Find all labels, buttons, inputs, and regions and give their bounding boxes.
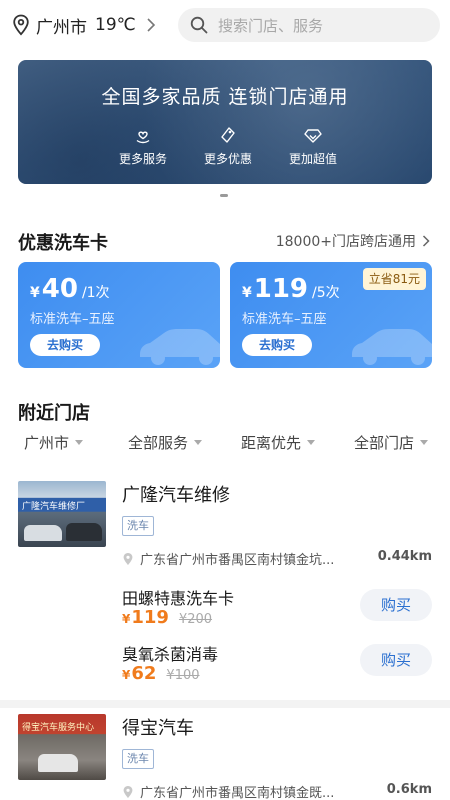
- feature-label: 更多优惠: [203, 152, 252, 166]
- card-unit: /1次: [81, 285, 110, 301]
- car-shape: [38, 754, 78, 772]
- currency-symbol: ¥: [242, 285, 252, 301]
- buy-button[interactable]: 购买: [360, 589, 432, 621]
- diamond-icon: [304, 129, 322, 143]
- caret-down-icon: [307, 440, 316, 445]
- service-tag: 洗车: [122, 516, 154, 536]
- wash-cards-title: 优惠洗车卡: [18, 233, 108, 254]
- location-pin-icon: [123, 785, 133, 798]
- search-icon: [190, 16, 208, 34]
- feature-more-discounts: 更多优惠: [193, 126, 263, 167]
- banner-pager-indicator: [220, 194, 228, 197]
- card-price: ¥ 119 /5次: [242, 274, 340, 304]
- location-pin-icon: [13, 14, 29, 36]
- car-silhouette-icon: [352, 329, 432, 365]
- card-amount: 40: [41, 274, 78, 304]
- car-shape: [66, 523, 102, 541]
- feature-label: 更加超值: [288, 152, 337, 166]
- card-unit: /5次: [312, 285, 340, 301]
- buy-card-button[interactable]: 去购买: [242, 334, 312, 356]
- search-placeholder: 搜索门店、服务: [218, 16, 324, 35]
- nearby-stores-title: 附近门店: [18, 403, 90, 424]
- card-amount: 119: [253, 274, 309, 304]
- store-distance: 0.6km: [386, 782, 432, 797]
- filter-label: 广州市: [24, 434, 70, 452]
- store-photo: 广隆汽车维修厂: [18, 481, 106, 547]
- store-photo-sign: 广隆汽车维修厂: [22, 502, 86, 512]
- caret-down-icon: [420, 440, 429, 445]
- service-price: ¥ 62 ¥100: [122, 663, 200, 684]
- tag-icon: [221, 127, 235, 143]
- store-distance: 0.44km: [377, 549, 432, 564]
- address-text: 广东省广州市番禺区南村镇金既...: [140, 786, 335, 800]
- address-text: 广东省广州市番禺区南村镇金坑...: [140, 553, 335, 568]
- caret-down-icon: [75, 440, 84, 445]
- service-name: 田螺特惠洗车卡: [122, 589, 235, 608]
- cross-store-link[interactable]: 18000+门店跨店通用: [276, 231, 430, 251]
- filter-label: 全部门店: [354, 434, 415, 452]
- section-divider: [0, 700, 450, 708]
- temperature: 19℃: [95, 15, 136, 35]
- store-photo: 得宝汽车服务中心: [18, 714, 106, 780]
- card-price: ¥ 40 /1次: [30, 274, 110, 304]
- store-name: 广隆汽车维修: [122, 485, 230, 506]
- promo-banner[interactable]: 全国多家品质 连锁门店通用 更多服务 更多优惠 更加超值: [18, 60, 432, 184]
- wash-card-five[interactable]: 立省81元 ¥ 119 /5次 标准洗车–五座 去购买: [230, 262, 432, 368]
- search-bar[interactable]: 搜索门店、服务: [178, 8, 440, 42]
- banner-features: 更多服务 更多优惠 更加超值: [108, 126, 348, 167]
- car-silhouette-icon: [140, 329, 220, 365]
- currency-symbol: ¥: [30, 285, 40, 301]
- store-name: 得宝汽车: [122, 718, 194, 739]
- feature-more-value: 更加超值: [278, 126, 348, 167]
- location-selector[interactable]: 广州市 19℃: [12, 8, 156, 42]
- original-price: ¥100: [166, 668, 200, 683]
- filter-sort[interactable]: 距离优先: [241, 432, 316, 453]
- banner-title: 全国多家品质 连锁门店通用: [101, 86, 349, 108]
- currency-symbol: ¥: [122, 612, 131, 626]
- location-pin-icon: [123, 552, 133, 565]
- store-address: 广东省广州市番禺区南村镇金坑...: [122, 549, 334, 568]
- chevron-right-icon: [147, 18, 155, 32]
- price-value: 62: [131, 663, 157, 684]
- currency-symbol: ¥: [122, 668, 131, 682]
- store-photo-sign: 得宝汽车服务中心: [22, 723, 95, 733]
- service-price: ¥ 119 ¥200: [122, 607, 212, 628]
- top-bar: 广州市 19℃ 搜索门店、服务: [0, 0, 450, 50]
- service-name: 臭氧杀菌消毒: [122, 645, 219, 664]
- cross-store-link-label: 18000+门店跨店通用: [275, 234, 416, 250]
- filter-city[interactable]: 广州市: [24, 432, 84, 453]
- filter-store-type[interactable]: 全部门店: [354, 432, 429, 453]
- buy-card-button[interactable]: 去购买: [30, 334, 100, 356]
- store-address: 广东省广州市番禺区南村镇金既...: [122, 782, 334, 800]
- current-city: 广州市: [36, 17, 87, 38]
- heart-hand-icon: [136, 131, 150, 144]
- feature-more-services: 更多服务: [108, 126, 178, 167]
- filter-label: 距离优先: [241, 434, 302, 452]
- service-tag: 洗车: [122, 749, 154, 769]
- price-value: 119: [131, 607, 169, 628]
- card-description: 标准洗车–五座: [30, 312, 115, 327]
- caret-down-icon: [194, 440, 203, 445]
- original-price: ¥200: [178, 612, 213, 627]
- filter-services[interactable]: 全部服务: [128, 432, 203, 453]
- chevron-right-icon: [422, 235, 430, 247]
- card-description: 标准洗车–五座: [242, 312, 327, 327]
- car-shape: [24, 525, 62, 541]
- buy-button[interactable]: 购买: [360, 644, 432, 676]
- wash-card-single[interactable]: ¥ 40 /1次 标准洗车–五座 去购买: [18, 262, 220, 368]
- savings-badge: 立省81元: [362, 268, 426, 290]
- filter-bar: 广州市 全部服务 距离优先 全部门店: [0, 432, 450, 464]
- feature-label: 更多服务: [118, 152, 167, 166]
- filter-label: 全部服务: [128, 434, 189, 452]
